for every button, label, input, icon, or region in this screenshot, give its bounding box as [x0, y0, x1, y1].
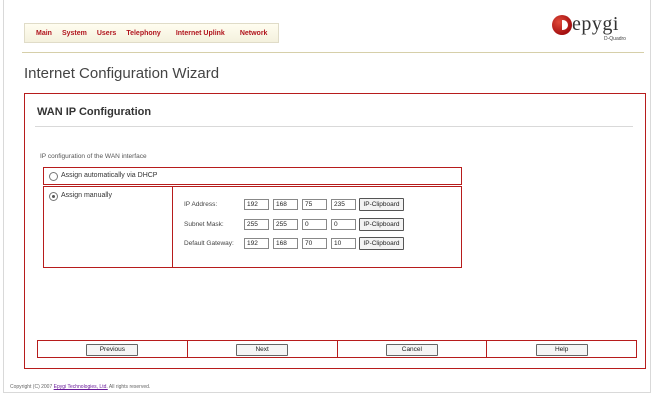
gateway-octet-4[interactable]: [331, 238, 356, 249]
logo-word: epygi: [572, 13, 619, 35]
page-title: Internet Configuration Wizard: [24, 65, 220, 82]
ip-octet-1[interactable]: [244, 199, 269, 210]
top-nav: Main System Users Telephony Internet Upl…: [24, 23, 280, 43]
help-cell: Help: [486, 341, 637, 357]
nav-network[interactable]: Network: [235, 30, 273, 37]
nav-internet-uplink[interactable]: Internet Uplink: [166, 30, 235, 37]
gateway-octet-2[interactable]: [273, 238, 298, 249]
logo-subtitle: D-Quadro: [604, 36, 626, 42]
nav-users[interactable]: Users: [92, 30, 121, 37]
wizard-panel: WAN IP Configuration IP configuration of…: [24, 93, 646, 369]
cancel-button[interactable]: Cancel: [385, 344, 438, 356]
mask-octet-1[interactable]: [244, 219, 269, 230]
gateway-octet-1[interactable]: [244, 238, 269, 249]
nav-telephony[interactable]: Telephony: [121, 30, 165, 37]
next-button[interactable]: Next: [236, 344, 289, 356]
cancel-cell: Cancel: [336, 341, 487, 357]
nav-system[interactable]: System: [57, 30, 92, 37]
next-cell: Next: [186, 341, 337, 357]
previous-cell: Previous: [37, 341, 187, 357]
ip-octet-2[interactable]: [273, 199, 298, 210]
mask-octet-4[interactable]: [331, 219, 356, 230]
nav-main[interactable]: Main: [31, 30, 57, 37]
previous-button[interactable]: Previous: [86, 344, 139, 356]
manual-label[interactable]: Assign manually: [61, 192, 112, 199]
dhcp-radio[interactable]: [49, 172, 58, 181]
help-button[interactable]: Help: [535, 344, 588, 356]
ip-octet-4[interactable]: [331, 199, 356, 210]
section-caption: IP configuration of the WAN interface: [40, 153, 147, 160]
copyright-prefix: Copyright (C) 2007: [10, 384, 54, 390]
subnet-mask-label: Subnet Mask:: [184, 221, 224, 228]
manual-option-row: Assign manually IP Address: IP-Clipboard…: [43, 186, 462, 268]
dhcp-label[interactable]: Assign automatically via DHCP: [61, 172, 157, 179]
ip-octet-3[interactable]: [302, 199, 327, 210]
logo-mark-icon: [552, 15, 572, 35]
dhcp-option-row: Assign automatically via DHCP: [43, 167, 462, 185]
epygi-logo: epygi D-Quadro: [552, 13, 652, 48]
mask-octet-2[interactable]: [273, 219, 298, 230]
mask-clipboard-button[interactable]: IP-Clipboard: [359, 218, 404, 231]
default-gateway-label: Default Gateway:: [184, 240, 234, 247]
manual-radio[interactable]: [49, 192, 58, 201]
panel-divider: [35, 126, 633, 127]
ip-address-label: IP Address:: [184, 201, 218, 208]
app-frame: Main System Users Telephony Internet Upl…: [4, 0, 650, 392]
panel-title: WAN IP Configuration: [37, 106, 152, 118]
copyright-footer: Copyright (C) 2007 Epygi Technologies, L…: [10, 384, 150, 390]
ip-clipboard-button[interactable]: IP-Clipboard: [359, 198, 404, 211]
copyright-suffix: All rights reserved.: [107, 384, 151, 390]
copyright-link[interactable]: Epygi Technologies, Ltd.: [54, 384, 108, 390]
header-divider: [22, 52, 644, 53]
gateway-clipboard-button[interactable]: IP-Clipboard: [359, 237, 404, 250]
mask-octet-3[interactable]: [302, 219, 327, 230]
manual-option-divider: [172, 187, 173, 267]
wizard-button-bar: Previous Next Cancel Help: [37, 340, 637, 358]
gateway-octet-3[interactable]: [302, 238, 327, 249]
